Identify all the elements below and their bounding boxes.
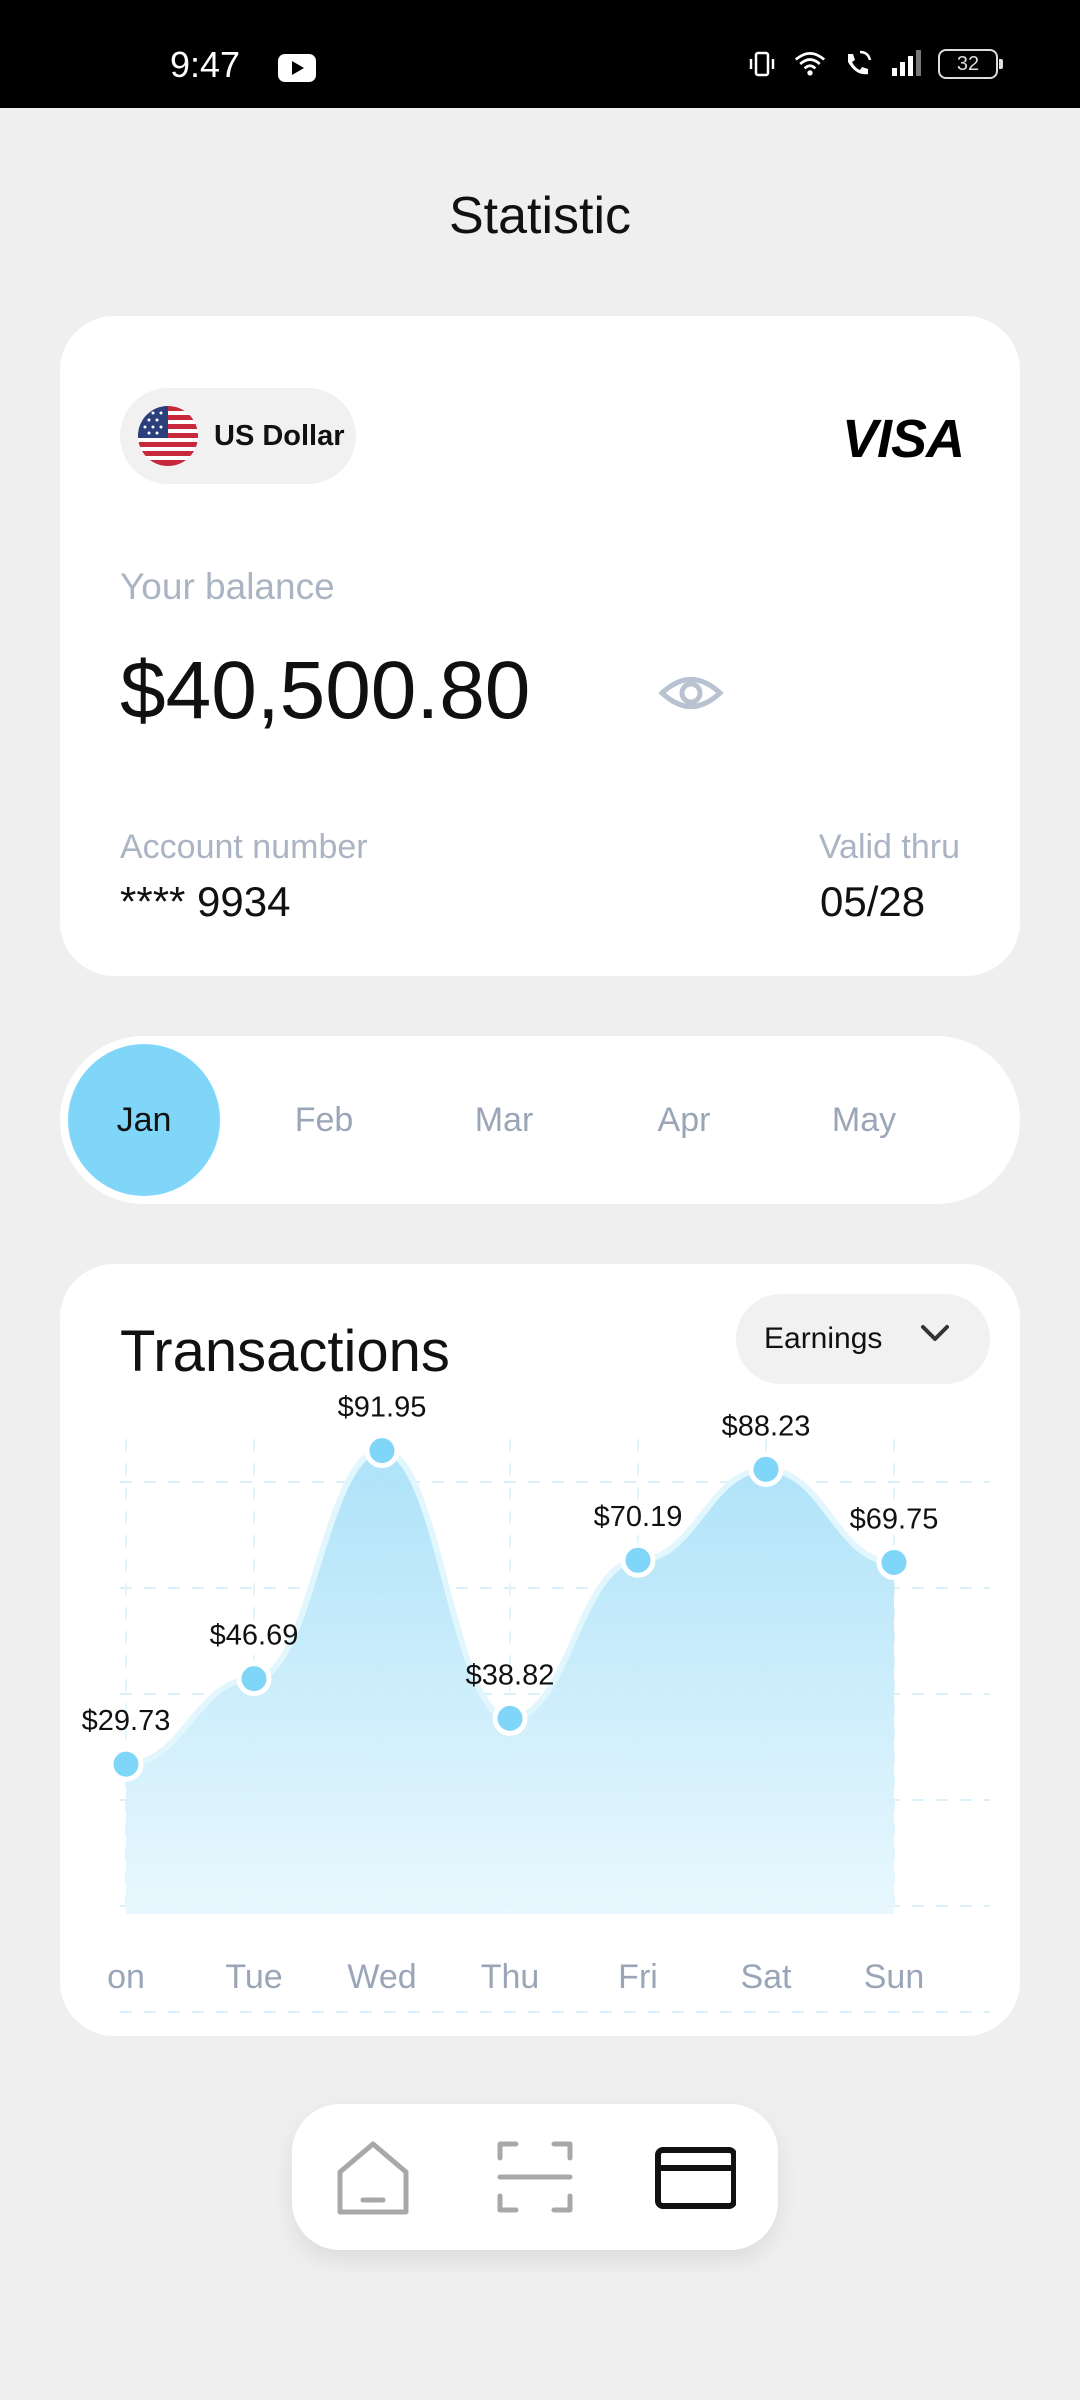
chart-x-tick: Wed (347, 1958, 416, 1996)
month-tab-may[interactable]: May (788, 1044, 940, 1196)
chart-data-label: $38.82 (466, 1659, 555, 1691)
youtube-icon (278, 54, 316, 82)
card-icon[interactable] (654, 2136, 736, 2218)
chart-data-label: $29.73 (82, 1705, 171, 1737)
transactions-chart: $29.73 on $46.69 Tue $91.95 Wed $38.82 Thu $70.1… (82, 1392, 990, 2013)
month-tab-jan[interactable]: Jan (68, 1044, 220, 1196)
scan-icon[interactable] (494, 2136, 576, 2218)
vibrate-icon (746, 48, 778, 80)
chart-data-label: $46.69 (210, 1620, 299, 1652)
account-number-label: Account number (120, 828, 368, 866)
month-tab-feb[interactable]: Feb (248, 1044, 400, 1196)
visa-logo: VISA (841, 409, 965, 469)
chart-point (620, 1542, 656, 1578)
status-time: 9:47 (170, 44, 241, 85)
balance-label: Your balance (120, 566, 335, 607)
currency-selector[interactable]: US Dollar (120, 388, 356, 484)
chart-data-label: $91.95 (338, 1392, 427, 1424)
chart-x-tick: Tue (225, 1958, 282, 1996)
chart-point (876, 1544, 912, 1580)
chart-point (364, 1433, 400, 1469)
page-title: Statistic (448, 187, 632, 245)
balance-value: $40,500.80 (120, 645, 531, 736)
battery-level: 32 (956, 52, 980, 75)
month-tab-mar[interactable]: Mar (428, 1044, 580, 1196)
transactions-card: Transactions Earnings $29.73 on $46.69 Tue $… (60, 1264, 1020, 2036)
currency-label: US Dollar (214, 419, 345, 452)
wifi-call-icon (842, 48, 874, 80)
balance-card: US Dollar VISA Your balance $40,500.80 A… (60, 316, 1020, 976)
chart-data-label: $70.19 (594, 1501, 683, 1533)
chart-point (236, 1661, 272, 1697)
home-icon[interactable] (332, 2136, 414, 2218)
bottom-nav (292, 2104, 778, 2250)
battery-icon: 32 (938, 49, 1003, 79)
signal-icon (890, 48, 922, 80)
chart-data-label: $69.75 (850, 1503, 939, 1535)
wifi-icon (794, 48, 826, 80)
chart-x-tick: Thu (481, 1958, 540, 1996)
status-icons: 32 (746, 48, 1003, 80)
valid-thru-label: Valid thru (818, 828, 960, 866)
chart-data-label: $88.23 (722, 1410, 811, 1442)
chart-x-tick: Sat (740, 1958, 792, 1996)
chart-point (748, 1451, 784, 1487)
chart-x-tick: Fri (618, 1958, 658, 1996)
chart-point (492, 1700, 528, 1736)
us-flag-icon (138, 406, 198, 466)
chart-point (108, 1746, 144, 1782)
valid-thru-value: 05/28 (820, 878, 926, 925)
month-tab-apr[interactable]: Apr (608, 1044, 760, 1196)
status-bar: 9:47 32 (0, 0, 1080, 108)
account-number: **** 9934 (120, 878, 291, 925)
chart-x-tick: on (107, 1958, 145, 1996)
month-selector: Jan Feb Mar Apr May (60, 1036, 1020, 1204)
chart-x-tick: Sun (864, 1958, 925, 1996)
eye-icon[interactable] (656, 658, 726, 728)
